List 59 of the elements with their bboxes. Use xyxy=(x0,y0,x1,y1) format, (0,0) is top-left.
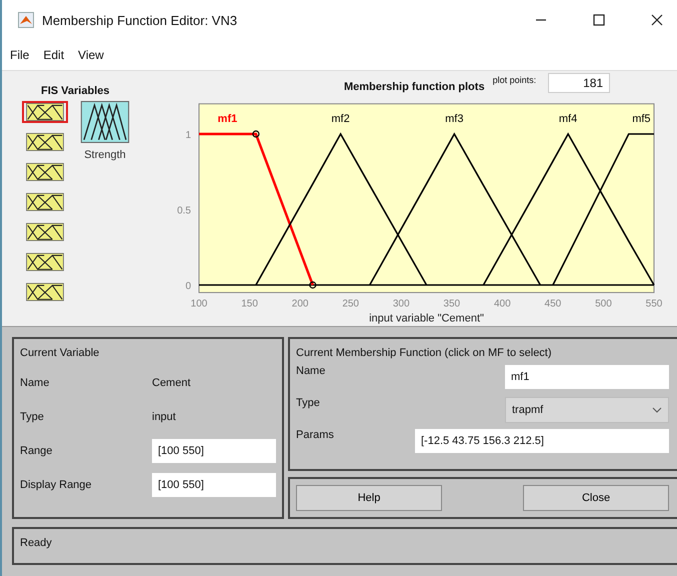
mf-type-dropdown[interactable]: trapmf xyxy=(505,397,669,423)
menu-item[interactable]: Edit xyxy=(43,48,64,62)
y-tick-label: 0.5 xyxy=(177,206,191,216)
curve-label[interactable]: mf4 xyxy=(558,113,578,125)
plot-points-label: plot points: xyxy=(492,75,536,85)
x-tick-label: 300 xyxy=(392,298,410,310)
x-tick-label: 500 xyxy=(595,298,612,310)
menu-item[interactable]: View xyxy=(78,48,104,62)
curve-label[interactable]: mf5 xyxy=(632,113,651,125)
field-label: Type xyxy=(20,411,44,423)
x-tick-label: 100 xyxy=(190,298,208,310)
field-label: Type xyxy=(296,397,320,409)
panel-title: Current Membership Function (click on MF to select) xyxy=(296,347,553,359)
dialog-button[interactable]: Close xyxy=(523,485,669,511)
output-variable-icon[interactable] xyxy=(80,101,130,143)
status-text: Ready xyxy=(20,537,52,549)
x-tick-label: 200 xyxy=(292,298,308,310)
vertex-handle[interactable] xyxy=(309,281,316,289)
params-field[interactable]: [-12.5 43.75 156.3 212.5] xyxy=(415,429,669,453)
curve-label[interactable]: mf2 xyxy=(331,113,350,125)
fis-variables-heading: FIS Variables xyxy=(41,85,110,97)
curve-label[interactable]: mf1 xyxy=(218,113,238,125)
maximize-icon[interactable] xyxy=(593,14,605,26)
membership-curve[interactable] xyxy=(369,132,541,286)
membership-curve[interactable] xyxy=(482,132,655,286)
menu-item[interactable]: File xyxy=(10,48,30,62)
range-field[interactable]: [100 550] xyxy=(152,439,276,463)
x-tick-label: 350 xyxy=(443,298,460,310)
membership-curve[interactable] xyxy=(255,132,428,286)
vertex-handle[interactable] xyxy=(252,130,260,138)
chevron-down-icon xyxy=(652,407,662,413)
app-icon xyxy=(18,12,34,28)
variable-type: input xyxy=(152,411,177,423)
close-icon[interactable] xyxy=(651,14,663,26)
window-title: Membership Function Editor: VN3 xyxy=(42,12,238,28)
mf-name-field[interactable]: mf1 xyxy=(505,365,669,389)
x-tick-label: 250 xyxy=(342,298,359,310)
field-label: Name xyxy=(20,377,50,389)
plot-points-field[interactable]: 181 xyxy=(548,73,610,93)
y-tick-label: 1 xyxy=(185,130,191,141)
panel-title: Current Variable xyxy=(20,347,100,359)
x-tick-label: 400 xyxy=(494,298,511,310)
curve-label[interactable]: mf3 xyxy=(445,113,464,125)
membership-curve[interactable] xyxy=(552,133,654,286)
output-variable-label: Strength xyxy=(84,149,126,161)
y-tick-label: 0 xyxy=(185,281,191,292)
field-label: Params xyxy=(296,429,334,441)
x-tick-label: 550 xyxy=(646,298,662,310)
field-label: Range xyxy=(20,445,52,457)
chart-title: Membership function plots xyxy=(344,81,485,93)
field-label: Display Range xyxy=(20,479,92,491)
field-label: Name xyxy=(296,365,326,377)
display-range-field[interactable]: [100 550] xyxy=(152,473,276,497)
variable-name: Cement xyxy=(152,377,192,389)
x-tick-label: 450 xyxy=(544,298,562,310)
dialog-button[interactable]: Help xyxy=(296,485,442,511)
x-tick-label: 150 xyxy=(241,298,258,310)
x-axis-label: input variable "Cement" xyxy=(369,312,484,325)
input-variable-icon[interactable] xyxy=(22,101,68,123)
